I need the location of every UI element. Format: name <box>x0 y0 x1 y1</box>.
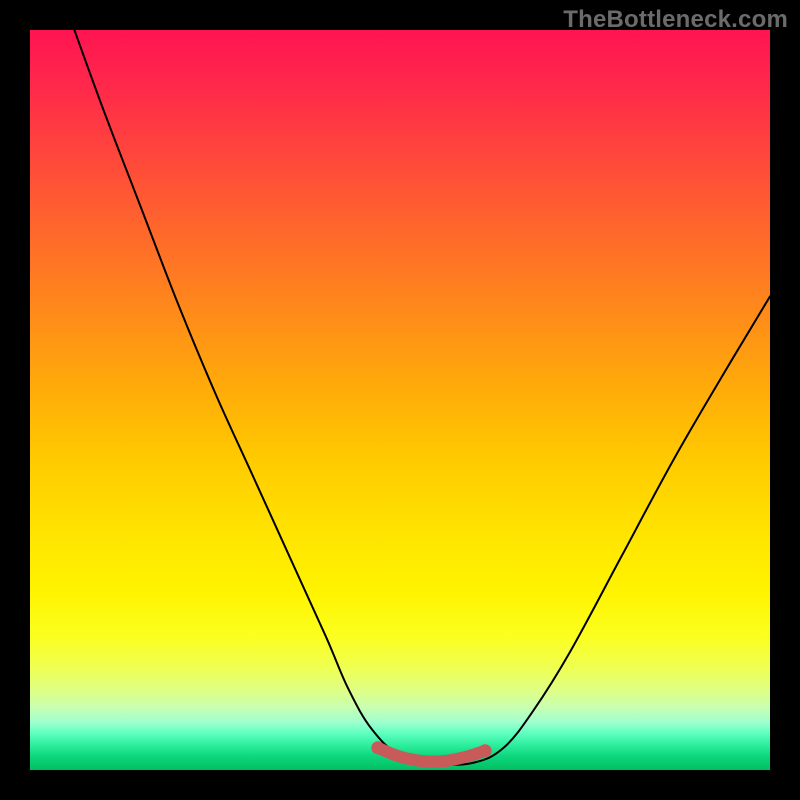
chart-container: TheBottleneck.com <box>0 0 800 800</box>
plot-area <box>30 30 770 770</box>
chart-svg <box>30 30 770 770</box>
highlight-dot-left <box>371 741 384 754</box>
highlight-dot-right <box>479 744 492 757</box>
main-curve <box>74 30 770 765</box>
bottom-highlight <box>378 748 485 762</box>
watermark-text: TheBottleneck.com <box>563 6 788 34</box>
